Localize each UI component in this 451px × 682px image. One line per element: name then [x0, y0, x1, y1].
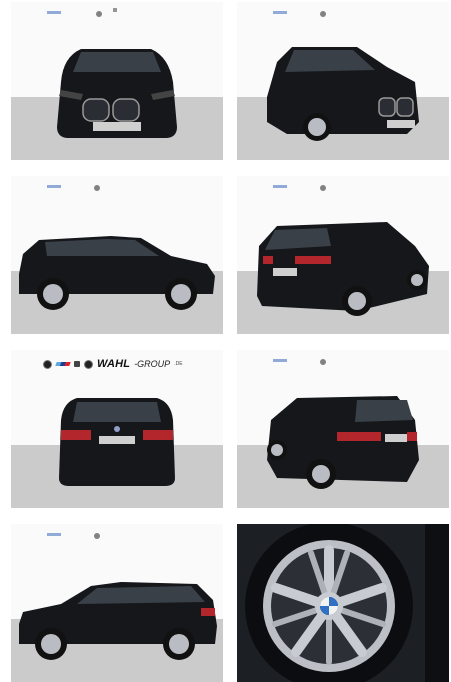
car-front-image	[11, 2, 223, 160]
gallery-photo-rear-three-quarter-left[interactable]	[237, 350, 449, 508]
car-rear-left-angle-image	[237, 350, 449, 508]
car-rear-image	[11, 350, 223, 508]
car-side-right-image	[11, 524, 223, 682]
gallery-photo-rear-three-quarter-right[interactable]	[237, 176, 449, 334]
dealer-banner: WAHL -GROUP .DE	[43, 358, 183, 370]
gallery-photo-front-three-quarter[interactable]	[237, 2, 449, 160]
photo-gallery: WAHL -GROUP .DE	[0, 0, 451, 682]
mini-logo-icon	[84, 359, 93, 369]
dealer-tld: .DE	[174, 361, 183, 367]
m-stripes-icon	[55, 362, 71, 366]
car-side-image	[11, 176, 223, 334]
car-rear-angle-image	[237, 176, 449, 334]
gallery-photo-side-left[interactable]	[11, 176, 223, 334]
gallery-photo-rear[interactable]: WAHL -GROUP .DE	[11, 350, 223, 508]
brand-logo-icon	[74, 361, 80, 367]
dealer-group: -GROUP	[134, 359, 171, 369]
gallery-photo-wheel[interactable]	[237, 524, 449, 682]
bmw-logo-icon	[43, 359, 52, 369]
gallery-photo-side-right[interactable]	[11, 524, 223, 682]
dealer-name: WAHL	[97, 358, 131, 370]
gallery-photo-front[interactable]	[11, 2, 223, 160]
car-front-angle-image	[237, 2, 449, 160]
wheel-closeup-image	[237, 524, 449, 682]
